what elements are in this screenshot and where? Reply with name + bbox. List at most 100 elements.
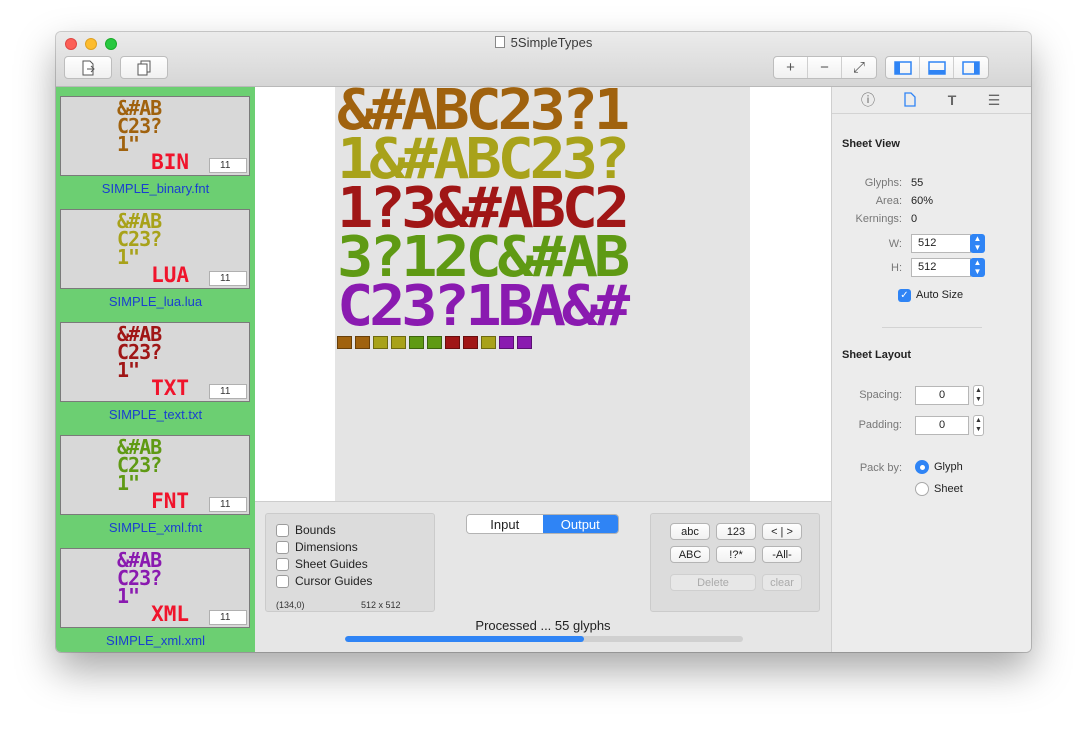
- glyph-count-badge: 11: [209, 271, 247, 286]
- cursor-guides-option[interactable]: Cursor Guides: [276, 574, 372, 588]
- width-stepper[interactable]: ▲ ▼: [970, 234, 985, 253]
- spacing-field[interactable]: 0: [915, 386, 969, 405]
- dimensions-option[interactable]: Dimensions: [276, 540, 358, 554]
- padding-label: Padding:: [858, 419, 902, 431]
- font-file-label[interactable]: SIMPLE_xml.fnt: [56, 520, 255, 535]
- glyphs-label: Glyphs:: [864, 177, 902, 189]
- pack-glyph-label: Glyph: [934, 461, 963, 473]
- clear-button[interactable]: clear: [762, 574, 802, 591]
- font-file-label[interactable]: SIMPLE_lua.lua: [56, 294, 255, 309]
- document-icon: [494, 36, 505, 48]
- thumbnail-glyphs: &#AB C23? 1": [117, 437, 162, 493]
- pack-glyph-radio[interactable]: [915, 460, 929, 474]
- thumbnail-glyphs: &#AB C23? 1": [117, 211, 162, 267]
- font-file-label[interactable]: SIMPLE_binary.fnt: [56, 181, 255, 196]
- auto-size-label: Auto Size: [916, 289, 964, 301]
- sheet-guides-option[interactable]: Sheet Guides: [276, 557, 368, 571]
- inspector-tabs: ⓘ T ☰: [832, 87, 1031, 114]
- dimensions-checkbox[interactable]: [276, 540, 289, 554]
- padding-field[interactable]: 0: [915, 416, 969, 435]
- font-thumbnail[interactable]: &#AB C23? 1" LUA 11: [60, 209, 250, 289]
- small-glyph: [445, 336, 460, 349]
- padding-stepper[interactable]: ▲ ▼: [973, 415, 984, 436]
- small-glyph: [517, 336, 532, 349]
- auto-size-checkbox[interactable]: ✓: [898, 289, 911, 302]
- thumbnail-glyphs: &#AB C23? 1": [117, 324, 162, 380]
- punctuation-button[interactable]: !?*: [716, 546, 756, 563]
- format-tag: TXT: [151, 376, 189, 400]
- zoom-controls: + − ⤢: [773, 56, 877, 79]
- export-button[interactable]: [64, 56, 112, 79]
- input-tab[interactable]: Input: [467, 515, 543, 533]
- zoom-in-button[interactable]: +: [774, 57, 808, 78]
- pack-sheet-label: Sheet: [934, 483, 963, 495]
- font-file-label[interactable]: SIMPLE_text.txt: [56, 407, 255, 422]
- sheet-size: 512 x 512: [361, 600, 401, 610]
- duplicate-button[interactable]: [120, 56, 168, 79]
- zoom-out-button[interactable]: −: [808, 57, 842, 78]
- list-tab-icon[interactable]: ☰: [985, 92, 1003, 109]
- bounds-option[interactable]: Bounds: [276, 523, 336, 537]
- canvas-area[interactable]: &#ABC23?1 1&#ABC23? 1?3&#ABC2 3?12C&#AB C23?…: [255, 87, 831, 501]
- window-title-text: 5SimpleTypes: [510, 35, 593, 50]
- right-panel-icon: [962, 60, 980, 75]
- progress-fill: [345, 636, 584, 642]
- all-button[interactable]: -All-: [762, 546, 802, 563]
- small-glyph: [427, 336, 442, 349]
- thumbnail-glyphs: &#AB C23? 1": [117, 98, 162, 154]
- duplicate-icon: [137, 60, 151, 75]
- height-field[interactable]: 512: [911, 258, 971, 277]
- format-tag: FNT: [151, 489, 189, 513]
- document-tab-icon[interactable]: [901, 92, 919, 109]
- toggle-right-panel-button[interactable]: [954, 57, 988, 78]
- sheet-guides-checkbox[interactable]: [276, 557, 289, 571]
- small-glyph: [391, 336, 406, 349]
- titlebar: 5SimpleTypes + − ⤢: [56, 32, 1031, 87]
- font-file-label[interactable]: SIMPLE_xml.xml: [56, 633, 255, 648]
- format-tag: XML: [151, 602, 189, 626]
- window-title: 5SimpleTypes: [56, 35, 1031, 50]
- cursor-guides-checkbox[interactable]: [276, 574, 289, 588]
- lowercase-button[interactable]: abc: [670, 523, 710, 540]
- status-text: Processed ... 55 glyphs: [475, 618, 611, 633]
- thumbnail-glyphs: &#AB C23? 1": [117, 550, 162, 606]
- sheet-view-title: Sheet View: [842, 138, 900, 150]
- brackets-button[interactable]: < | >: [762, 523, 802, 540]
- height-stepper[interactable]: ▲ ▼: [970, 258, 985, 277]
- delete-button[interactable]: Delete: [670, 574, 756, 591]
- height-label: H:: [891, 262, 902, 274]
- font-thumbnail[interactable]: &#AB C23? 1" TXT 11: [60, 322, 250, 402]
- glyph-row: C23?1BA&#: [337, 274, 630, 339]
- font-thumbnail[interactable]: &#AB C23? 1" XML 11: [60, 548, 250, 628]
- width-field[interactable]: 512: [911, 234, 971, 253]
- pack-by-label: Pack by:: [859, 462, 902, 474]
- app-window: 5SimpleTypes + − ⤢ &#AB C23? 1" BIN 11 SIMPLE…: [56, 32, 1031, 652]
- zoom-fit-button[interactable]: ⤢: [842, 57, 876, 78]
- width-label: W:: [888, 238, 902, 250]
- toggle-bottom-panel-button[interactable]: [920, 57, 954, 78]
- glyph-count-badge: 11: [209, 610, 247, 625]
- uppercase-button[interactable]: ABC: [670, 546, 710, 563]
- toggle-left-panel-button[interactable]: [886, 57, 920, 78]
- kernings-label: Kernings:: [855, 213, 902, 225]
- font-thumbnail[interactable]: &#AB C23? 1" BIN 11: [60, 96, 250, 176]
- bounds-checkbox[interactable]: [276, 523, 289, 537]
- panel-toggle-controls: [885, 56, 989, 79]
- progress-bar: [345, 636, 743, 642]
- output-tab[interactable]: Output: [542, 515, 618, 533]
- glyph-count-badge: 11: [209, 158, 247, 173]
- font-thumbnail[interactable]: &#AB C23? 1" FNT 11: [60, 435, 250, 515]
- info-tab-icon[interactable]: ⓘ: [859, 92, 877, 109]
- input-output-toggle: Input Output: [466, 514, 619, 534]
- small-glyph: [373, 336, 388, 349]
- glyph-sheet[interactable]: &#ABC23?1 1&#ABC23? 1?3&#ABC2 3?12C&#AB C23?…: [335, 87, 750, 501]
- small-glyph: [463, 336, 478, 349]
- glyph-filter-box: abc 123 < | > ABC !?* -All- Delete clear: [650, 513, 820, 612]
- glyph-count-badge: 11: [209, 384, 247, 399]
- area-value: 60%: [911, 195, 934, 207]
- pack-sheet-radio[interactable]: [915, 482, 929, 496]
- spacing-stepper[interactable]: ▲ ▼: [973, 385, 984, 406]
- font-list-sidebar: &#AB C23? 1" BIN 11 SIMPLE_binary.fnt &#AB C23?…: [56, 87, 255, 652]
- text-tab-icon[interactable]: T: [943, 92, 961, 109]
- numbers-button[interactable]: 123: [716, 523, 756, 540]
